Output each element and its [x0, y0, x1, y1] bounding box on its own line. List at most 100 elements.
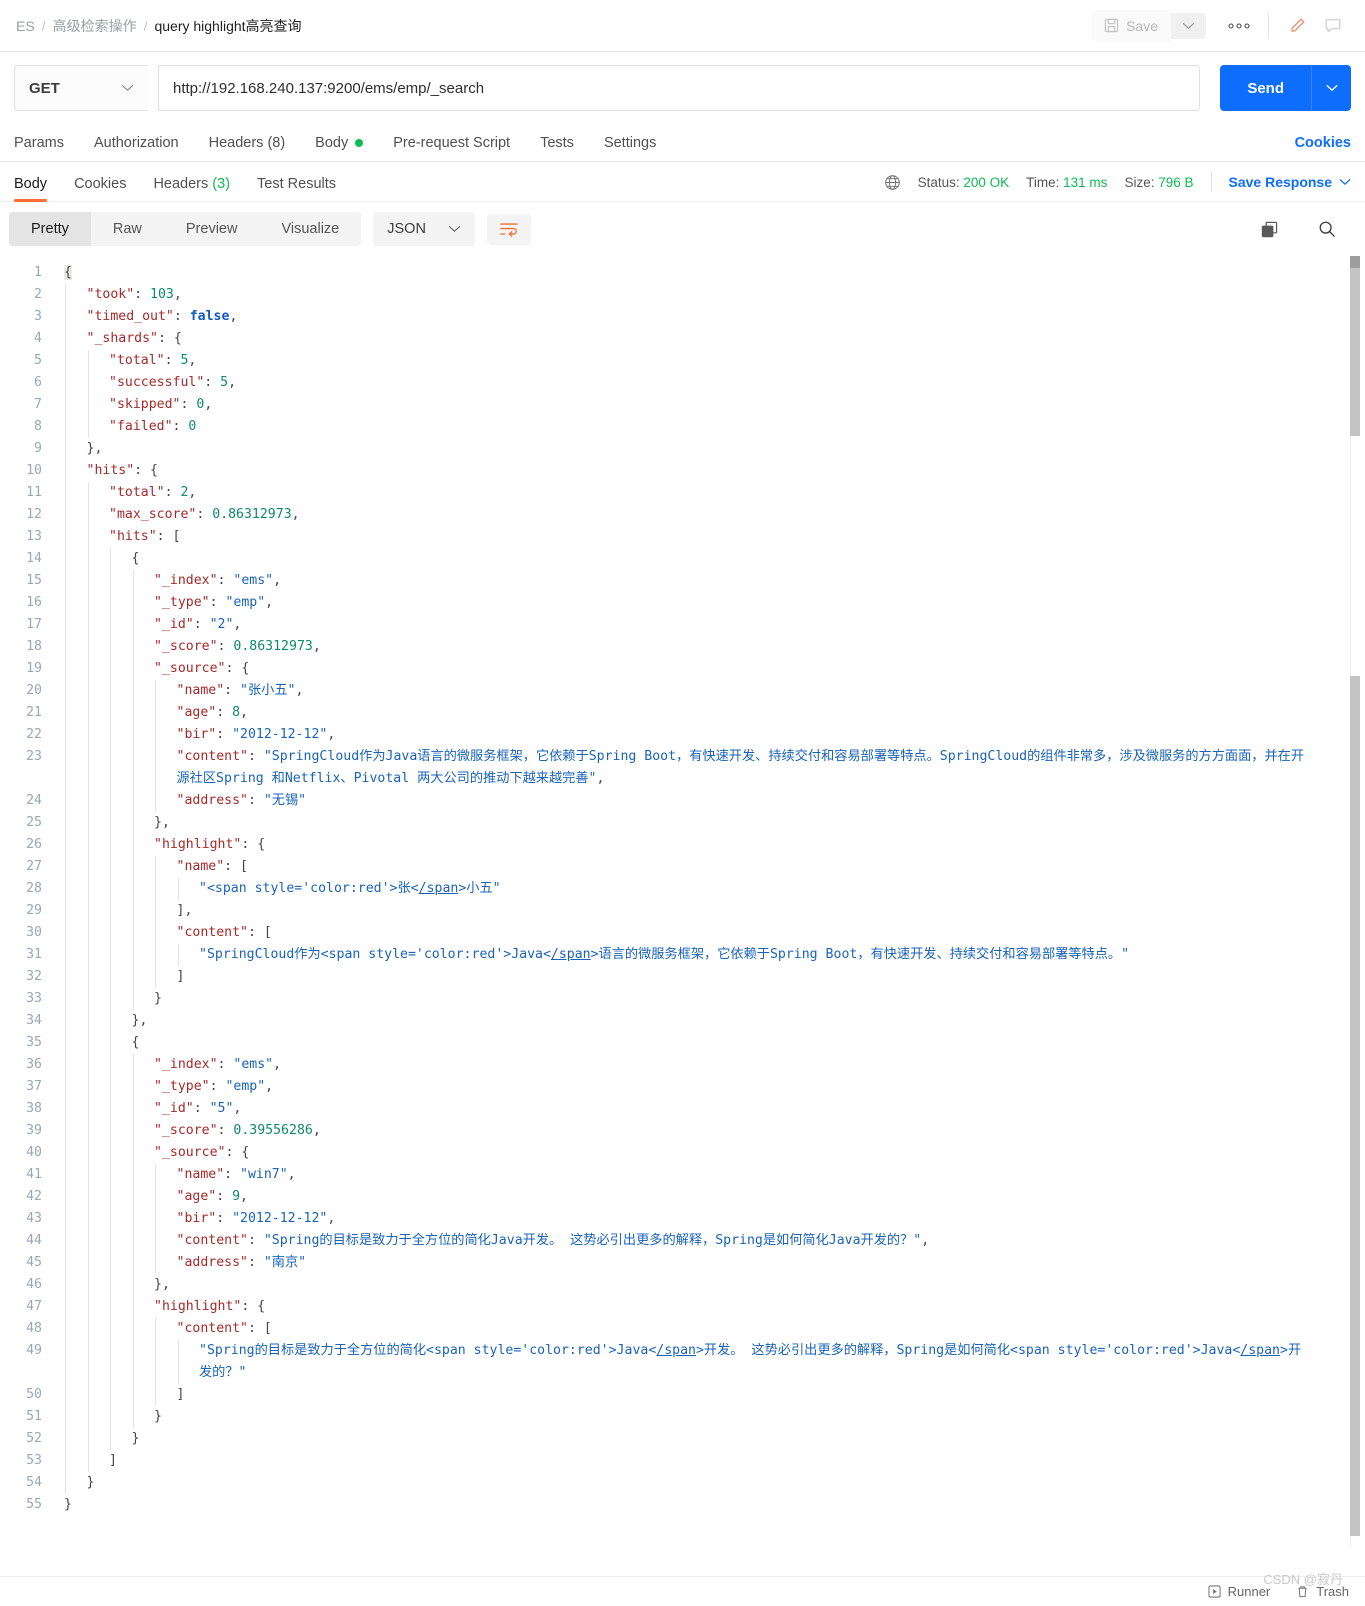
language-selector[interactable]: JSON — [373, 212, 475, 246]
code-line: 46}, — [0, 1274, 1365, 1296]
pencil-icon — [1288, 17, 1306, 35]
line-number: 50 — [26, 1387, 42, 1402]
save-options-button[interactable] — [1171, 12, 1206, 39]
line-number: 31 — [26, 947, 42, 962]
runner-button[interactable]: Runner — [1208, 1584, 1270, 1599]
code-line-content: "_type": "emp", — [154, 595, 274, 610]
tab-settings[interactable]: Settings — [604, 135, 656, 151]
headers-count: (3) — [212, 176, 231, 192]
line-number: 16 — [26, 595, 42, 610]
scrollbar-thumb-lower[interactable] — [1350, 676, 1360, 1536]
line-number: 8 — [34, 419, 42, 434]
send-group: Send — [1220, 65, 1351, 111]
request-url-field[interactable]: http://192.168.240.137:9200/ems/emp/_sea… — [158, 65, 1201, 111]
chevron-down-icon — [448, 225, 461, 233]
line-number: 17 — [26, 617, 42, 632]
tab-body[interactable]: Body — [315, 135, 364, 151]
more-options-button[interactable] — [1206, 17, 1264, 35]
line-number: 41 — [26, 1167, 42, 1182]
http-method-selector[interactable]: GET — [14, 65, 148, 111]
response-tab-headers[interactable]: Headers (3) — [153, 176, 230, 201]
code-line-content: "name": "win7", — [176, 1167, 296, 1182]
code-line-content: "age": 9, — [176, 1189, 249, 1204]
code-line: 20 "name": "张小五", — [0, 680, 1365, 702]
play-box-icon — [1208, 1585, 1221, 1598]
code-line: 28 "<span style='color:red'>张</span>小五" — [0, 878, 1365, 900]
line-number: 1 — [34, 265, 42, 280]
code-line-content: "_id": "2", — [154, 617, 242, 632]
tab-params[interactable]: Params — [14, 135, 64, 151]
code-line: 53] — [0, 1450, 1365, 1472]
code-line-content: "total": 5, — [109, 353, 197, 368]
status-group: Status: 200 OK — [918, 175, 1010, 190]
save-group: Save — [1091, 9, 1206, 42]
copy-button[interactable] — [1252, 214, 1287, 245]
response-scrollbar[interactable] — [1350, 256, 1361, 1547]
code-line: 13 "hits": [ — [0, 526, 1365, 548]
code-line: 38 "_id": "5", — [0, 1098, 1365, 1120]
tab-pre-request-script[interactable]: Pre-request Script — [393, 135, 510, 151]
search-button[interactable] — [1309, 213, 1345, 245]
response-view-actions — [1252, 213, 1351, 245]
request-url-text: http://192.168.240.137:9200/ems/emp/_sea… — [173, 79, 485, 97]
trash-button[interactable]: Trash — [1296, 1584, 1349, 1599]
save-response-button[interactable]: Save Response — [1229, 174, 1352, 190]
chevron-down-icon — [1339, 178, 1351, 186]
code-line-content: } — [154, 991, 162, 1006]
line-number: 19 — [26, 661, 42, 676]
tab-tests[interactable]: Tests — [540, 135, 574, 151]
line-number: 34 — [26, 1013, 42, 1028]
code-line: 26 "highlight": { — [0, 834, 1365, 856]
cookies-link[interactable]: Cookies — [1295, 135, 1351, 151]
format-preview-button[interactable]: Preview — [164, 212, 260, 246]
time-value: 131 ms — [1063, 174, 1108, 190]
chevron-down-icon — [1182, 22, 1195, 30]
send-button[interactable]: Send — [1220, 65, 1311, 111]
format-pretty-button[interactable]: Pretty — [9, 212, 91, 246]
response-header: Body Cookies Headers (3) Test Results St… — [0, 162, 1365, 202]
save-button[interactable]: Save — [1091, 9, 1171, 42]
code-line: 55} — [0, 1494, 1365, 1516]
line-number: 15 — [26, 573, 42, 588]
tab-headers[interactable]: Headers (8) — [209, 135, 286, 151]
code-line: 49 "Spring的目标是致力于全方位的简化<span style='color… — [0, 1340, 1365, 1384]
response-body-viewer[interactable]: 1{2 "took": 103, 3 "timed_out": false, 4 "_sh… — [0, 255, 1365, 1547]
line-number: 43 — [26, 1211, 42, 1226]
word-wrap-icon — [499, 221, 519, 238]
edit-button[interactable] — [1279, 9, 1315, 42]
scrollbar-thumb-upper[interactable] — [1350, 256, 1360, 436]
send-options-button[interactable] — [1311, 65, 1351, 111]
code-line: 1{ — [0, 262, 1365, 284]
code-line: 39 "_score": 0.39556286, — [0, 1120, 1365, 1142]
line-number: 37 — [26, 1079, 42, 1094]
response-tab-cookies[interactable]: Cookies — [74, 176, 126, 201]
size-group: Size: 796 B — [1124, 175, 1193, 190]
response-tab-body[interactable]: Body — [14, 176, 48, 202]
line-number: 22 — [26, 727, 42, 742]
line-number: 53 — [26, 1453, 42, 1468]
tab-label: Test Results — [257, 176, 337, 192]
breadcrumb-root[interactable]: ES — [16, 18, 35, 34]
format-visualize-button[interactable]: Visualize — [259, 212, 361, 246]
word-wrap-button[interactable] — [486, 213, 531, 245]
breadcrumb-folder[interactable]: 高级检索操作 — [53, 16, 137, 36]
code-line-content: "name": [ — [176, 859, 248, 874]
comment-icon — [1324, 17, 1342, 35]
format-raw-button[interactable]: Raw — [91, 212, 164, 246]
line-number: 7 — [34, 397, 42, 412]
comment-button[interactable] — [1315, 10, 1351, 42]
line-number: 9 — [34, 441, 42, 456]
line-number: 44 — [26, 1233, 42, 1248]
line-number: 51 — [26, 1409, 42, 1424]
code-line: 42 "age": 9, — [0, 1186, 1365, 1208]
line-number: 29 — [26, 903, 42, 918]
code-line-content: "_id": "5", — [154, 1101, 242, 1116]
code-line-content: "bir": "2012-12-12", — [176, 727, 336, 742]
tab-authorization[interactable]: Authorization — [94, 135, 179, 151]
tab-label: Settings — [603, 134, 657, 151]
line-number: 40 — [26, 1145, 42, 1160]
response-format-toolbar: Pretty Raw Preview Visualize JSON — [0, 202, 1365, 255]
line-number: 13 — [26, 529, 42, 544]
code-line-content: }, — [154, 1277, 170, 1292]
response-tab-test-results[interactable]: Test Results — [257, 176, 336, 201]
